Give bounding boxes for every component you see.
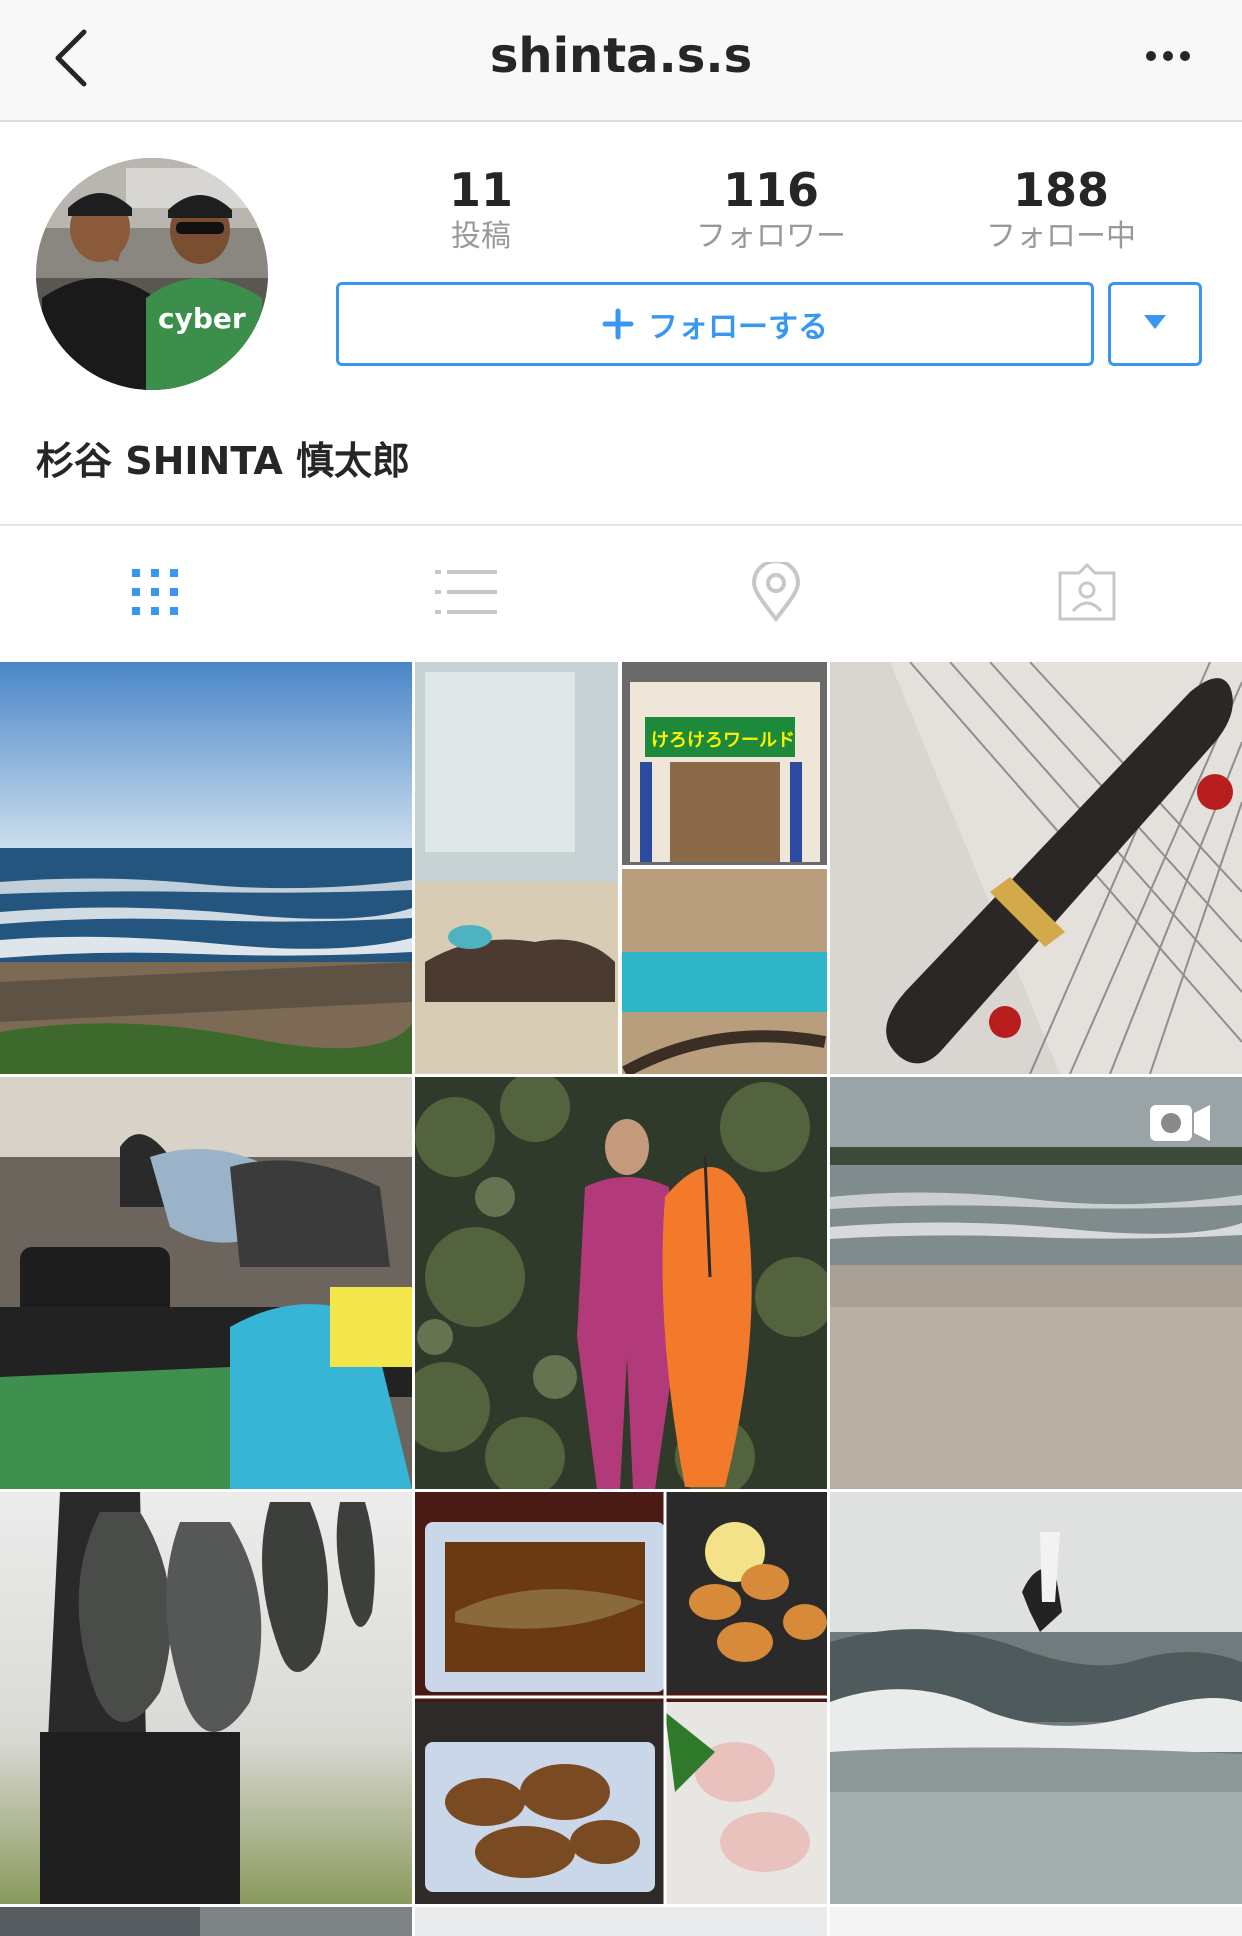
post-thumbnail[interactable] — [830, 1492, 1242, 1904]
post-thumbnail[interactable] — [0, 1492, 412, 1904]
avatar-shirt-text: cyber — [158, 302, 246, 335]
post-thumbnail[interactable] — [0, 1077, 412, 1489]
post-thumbnail[interactable] — [0, 662, 412, 1074]
post-thumbnail[interactable] — [830, 1907, 1242, 1936]
profile-header: cyber 11 投稿 116 フォロワー 188 フォロー中 フォローする 杉… — [0, 124, 1242, 526]
stat-followers[interactable]: 116 フォロワー — [626, 164, 916, 254]
tab-location[interactable] — [621, 528, 932, 660]
stat-followers-count: 116 — [722, 163, 820, 217]
video-camera-icon — [1150, 1105, 1210, 1141]
post-thumbnail[interactable] — [415, 1492, 827, 1904]
profile-stats: 11 投稿 116 フォロワー 188 フォロー中 — [336, 164, 1206, 254]
follow-button[interactable]: フォローする — [336, 282, 1094, 366]
tab-grid[interactable] — [0, 528, 311, 660]
avatar[interactable]: cyber — [36, 158, 268, 390]
stat-following[interactable]: 188 フォロー中 — [916, 164, 1206, 254]
post-thumbnail[interactable] — [830, 1077, 1242, 1489]
post-thumbnail[interactable]: けろけろワールド — [415, 662, 827, 1074]
suggested-accounts-button[interactable] — [1108, 282, 1202, 366]
nav-bar: shinta.s.s — [0, 0, 1242, 122]
tagged-person-icon — [1057, 562, 1117, 625]
post-thumbnail[interactable] — [415, 1907, 827, 1936]
caret-down-icon — [1142, 313, 1168, 335]
grid-icon — [130, 567, 180, 621]
post-thumbnail[interactable] — [830, 662, 1242, 1074]
page-title: shinta.s.s — [489, 28, 753, 84]
post-thumbnail[interactable] — [0, 1907, 412, 1936]
profile-tab-bar — [0, 528, 1242, 660]
tab-list[interactable] — [311, 528, 622, 660]
stat-followers-label: フォロワー — [696, 219, 846, 254]
list-icon — [434, 568, 497, 620]
plus-icon — [602, 308, 634, 341]
follow-button-label: フォローする — [648, 310, 828, 345]
stat-posts-label: 投稿 — [451, 219, 511, 254]
post-grid: けろけろワールド — [0, 662, 1242, 1936]
stat-posts-count: 11 — [448, 163, 513, 217]
stat-following-count: 188 — [1012, 163, 1110, 217]
tab-tagged[interactable] — [932, 528, 1242, 660]
more-horizontal-icon[interactable] — [1138, 36, 1198, 76]
aquarium-sign-text: けろけろワールド — [651, 730, 795, 751]
stat-posts: 11 投稿 — [336, 164, 626, 254]
stat-following-label: フォロー中 — [986, 219, 1136, 254]
post-thumbnail[interactable] — [415, 1077, 827, 1489]
location-pin-icon — [751, 559, 801, 626]
profile-name: 杉谷 SHINTA 慎太郎 — [36, 439, 410, 483]
